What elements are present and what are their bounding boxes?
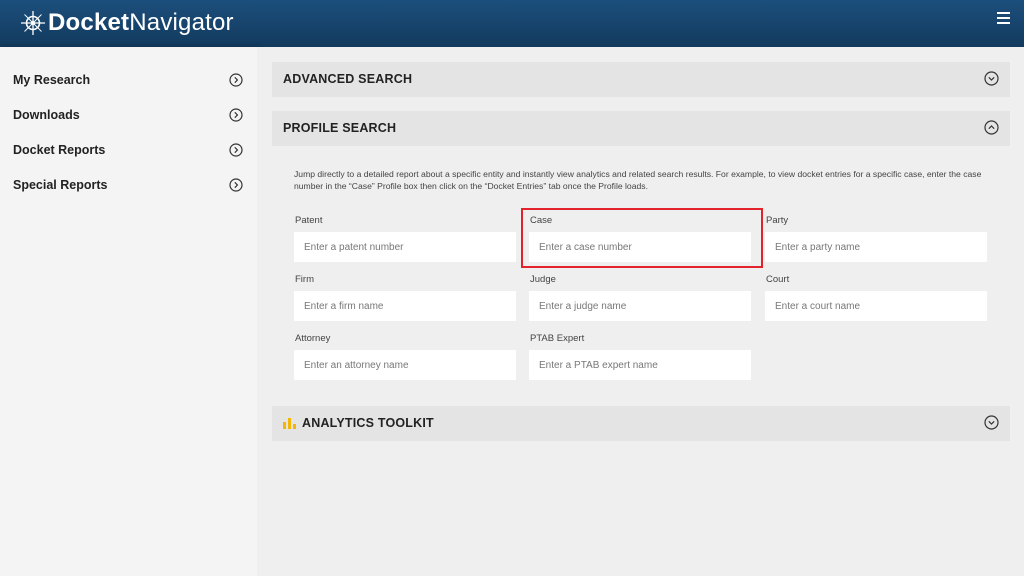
profile-search-description: Jump directly to a detailed report about… [294, 169, 982, 191]
chevron-down-circle-icon[interactable] [984, 71, 999, 86]
ptab-expert-label: PTAB Expert [530, 333, 585, 344]
top-header: DocketNavigator [0, 0, 1024, 47]
logo-text: DocketNavigator [48, 9, 234, 37]
attorney-label: Attorney [295, 333, 331, 344]
hamburger-menu-icon[interactable] [997, 12, 1010, 26]
firm-label: Firm [295, 274, 314, 285]
profile-search-header[interactable]: PROFILE SEARCH [272, 111, 1010, 146]
judge-input[interactable] [529, 291, 751, 321]
party-label: Party [766, 215, 789, 226]
party-input[interactable] [765, 232, 987, 262]
logo-text-bold: Docket [48, 9, 130, 36]
firm-input[interactable] [294, 291, 516, 321]
sidebar: My Research Downloads Docket Reports Spe… [0, 47, 257, 576]
bar-chart-icon [283, 418, 296, 429]
chevron-right-circle-icon[interactable] [229, 73, 243, 87]
court-input[interactable] [765, 291, 987, 321]
sidebar-item-label: Downloads [13, 108, 80, 122]
docket-navigator-logo[interactable]: DocketNavigator [20, 8, 234, 38]
court-label: Court [766, 274, 790, 285]
sidebar-item-docket-reports[interactable]: Docket Reports [0, 134, 257, 169]
patent-input[interactable] [294, 232, 516, 262]
judge-label: Judge [530, 274, 556, 285]
case-field-highlight [521, 208, 763, 268]
chevron-up-circle-icon[interactable] [984, 120, 999, 135]
compass-icon [21, 11, 45, 35]
chevron-right-circle-icon[interactable] [229, 178, 243, 192]
analytics-toolkit-header[interactable]: ANALYTICS TOOLKIT [272, 406, 1010, 441]
chevron-down-circle-icon[interactable] [984, 415, 999, 430]
profile-search-title: PROFILE SEARCH [283, 121, 397, 135]
advanced-search-header[interactable]: ADVANCED SEARCH [272, 62, 1010, 97]
sidebar-item-label: Special Reports [13, 178, 108, 192]
sidebar-item-label: Docket Reports [13, 143, 106, 157]
analytics-toolkit-title: ANALYTICS TOOLKIT [302, 416, 434, 430]
sidebar-item-my-research[interactable]: My Research [0, 64, 257, 99]
ptab-expert-input[interactable] [529, 350, 751, 380]
chevron-right-circle-icon[interactable] [229, 108, 243, 122]
attorney-input[interactable] [294, 350, 516, 380]
advanced-search-title: ADVANCED SEARCH [283, 72, 413, 86]
chevron-right-circle-icon[interactable] [229, 143, 243, 157]
sidebar-item-downloads[interactable]: Downloads [0, 99, 257, 134]
sidebar-item-label: My Research [13, 73, 91, 87]
logo-text-light: Navigator [129, 9, 234, 36]
patent-label: Patent [295, 215, 323, 226]
sidebar-item-special-reports[interactable]: Special Reports [0, 169, 257, 204]
